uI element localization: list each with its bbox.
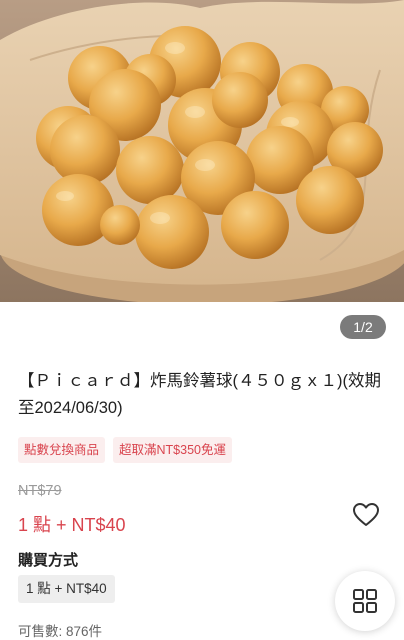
current-price: 1 點 + NT$40 xyxy=(18,515,126,535)
stock-count: 可售數: 876件 xyxy=(18,624,103,639)
tag-points-redeem[interactable]: 點數兌換商品 xyxy=(18,437,106,463)
tag-free-shipping[interactable]: 超取滿NT$350免運 xyxy=(113,437,232,463)
product-title: 【Ｐｉｃａｒｄ】炸馬鈴薯球(４５０ｇｘ１)(效期至2024/06/30) xyxy=(18,372,381,417)
product-image[interactable] xyxy=(0,0,404,302)
tag-list: 點數兌換商品 超取滿NT$350免運 xyxy=(18,437,232,463)
image-pager: 1/2 xyxy=(340,315,386,339)
purchase-method-label: 購買方式 xyxy=(18,552,79,569)
menu-grid-button[interactable] xyxy=(335,571,395,631)
potato-balls-photo xyxy=(0,0,404,302)
heart-outline-icon xyxy=(353,503,379,526)
purchase-option[interactable]: 1 點 + NT$40 xyxy=(18,575,115,603)
grid-icon xyxy=(353,589,377,613)
original-price: NT$79 xyxy=(18,483,62,499)
favorite-button[interactable] xyxy=(352,502,380,528)
